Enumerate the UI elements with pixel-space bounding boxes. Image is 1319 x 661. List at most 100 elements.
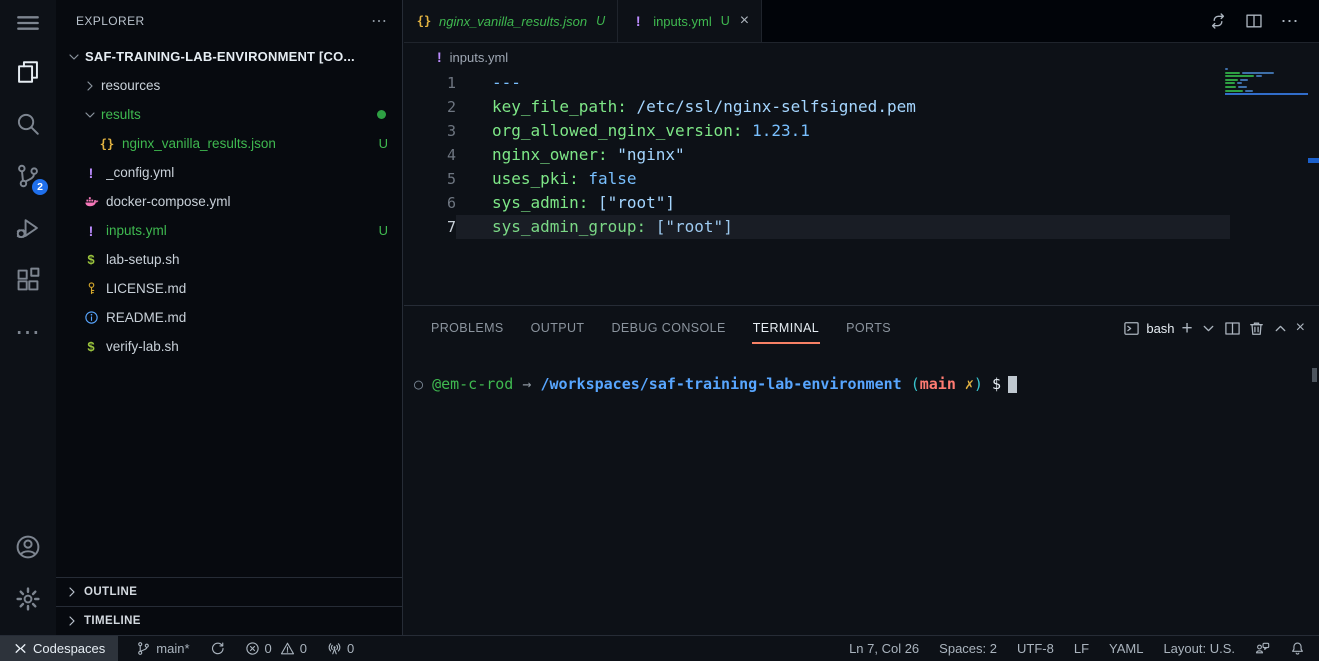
- tree-item-file-license[interactable]: LICENSE.md: [56, 274, 402, 303]
- tree-item-label: verify-lab.sh: [106, 339, 179, 354]
- panel-tab-problems[interactable]: PROBLEMS: [431, 306, 504, 350]
- split-terminal-button[interactable]: [1224, 320, 1241, 337]
- code-line-3[interactable]: 3org_allowed_nginx_version: 1.23.1: [404, 119, 1319, 143]
- code-token: uses_pki:: [492, 169, 579, 188]
- vscode-window: 2 ⋯ EXPLORER ⋯ SAF-TRAINING-LAB-ENVIRONME…: [0, 0, 1319, 661]
- panel-actions: bash + ×: [1116, 319, 1319, 338]
- remote-icon: [13, 641, 28, 656]
- minimap-token: [1225, 75, 1254, 77]
- terminal-launch-dropdown-button[interactable]: [1200, 320, 1217, 337]
- status-forwarded-ports[interactable]: 0: [325, 636, 356, 661]
- status-keyboard-layout[interactable]: Layout: U.S.: [1161, 636, 1237, 661]
- close-panel-button[interactable]: ×: [1296, 320, 1305, 336]
- chevron-up-icon: [1272, 320, 1289, 337]
- status-language-mode[interactable]: YAML: [1107, 636, 1145, 661]
- terminal-prompt-segment: →: [513, 375, 540, 393]
- new-terminal-button[interactable]: +: [1182, 319, 1193, 338]
- chevron-down-icon: [66, 49, 82, 65]
- tree-item-folder-results[interactable]: results: [56, 100, 402, 129]
- git-status-badge: U: [379, 223, 388, 238]
- tree-item-file-lab-setup[interactable]: $lab-setup.sh: [56, 245, 402, 274]
- tab-inputs-yml[interactable]: !inputs.ymlU×: [618, 0, 762, 42]
- code-line-7[interactable]: 7sys_admin_group: ["root"]: [404, 215, 1319, 239]
- split-icon: [1224, 320, 1241, 337]
- status-remote-indicator[interactable]: Codespaces: [0, 636, 118, 661]
- sidebar-section-outline[interactable]: OUTLINE: [56, 577, 402, 606]
- code-line-6[interactable]: 6sys_admin: ["root"]: [404, 191, 1319, 215]
- tab-nginx-vanilla-results[interactable]: {}nginx_vanilla_results.jsonU: [404, 0, 618, 42]
- tree-item-label: inputs.yml: [106, 223, 167, 238]
- tree-item-root-folder[interactable]: SAF-TRAINING-LAB-ENVIRONMENT [CO...: [56, 42, 402, 71]
- minimap[interactable]: [1225, 68, 1310, 95]
- activity-bar-item-settings[interactable]: [0, 573, 56, 625]
- status-bar-right: Ln 7, Col 26 Spaces: 2 UTF-8 LF YAML Layout: …: [831, 636, 1319, 661]
- terminal-prompt-segment: $: [983, 375, 1001, 393]
- code-line-5[interactable]: 5uses_pki: false: [404, 167, 1319, 191]
- terminal-prompt-line: ○ @em-c-rod → /workspaces/saf-training-l…: [414, 374, 1319, 394]
- panel-tab-debug-console[interactable]: DEBUG CONSOLE: [611, 306, 725, 350]
- terminal-scrollbar[interactable]: [1312, 368, 1317, 382]
- activity-bar-item-extensions[interactable]: [0, 254, 56, 306]
- tree-item-file-verify-lab[interactable]: $verify-lab.sh: [56, 332, 402, 361]
- status-label: main*: [156, 641, 189, 656]
- sidebar-section-label: TIMELINE: [84, 615, 141, 627]
- panel-tab-output[interactable]: OUTPUT: [531, 306, 585, 350]
- status-label: Spaces: 2: [939, 641, 997, 656]
- code-line-2[interactable]: 2key_file_path: /etc/ssl/nginx-selfsigne…: [404, 95, 1319, 119]
- tree-item-folder-resources[interactable]: resources: [56, 71, 402, 100]
- activity-bar-item-explorer[interactable]: [0, 46, 56, 98]
- code-line-1[interactable]: 1---: [404, 71, 1319, 95]
- split-editor-button[interactable]: [1239, 6, 1269, 36]
- activity-bar-item-account[interactable]: [0, 521, 56, 573]
- code-token: nginx_owner:: [492, 145, 608, 164]
- code-line-4[interactable]: 4nginx_owner: "nginx": [404, 143, 1319, 167]
- tree-item-file-config-yml[interactable]: !_config.yml: [56, 158, 402, 187]
- source-control-badge: 2: [32, 179, 48, 195]
- sidebar-section-label: OUTLINE: [84, 586, 137, 598]
- status-encoding[interactable]: UTF-8: [1015, 636, 1056, 661]
- activity-bar-bottom: [0, 521, 56, 635]
- error-icon: [245, 641, 260, 656]
- activity-bar-item-run-debug[interactable]: [0, 202, 56, 254]
- activity-bar-item-menu[interactable]: [0, 0, 56, 46]
- explorer-sidebar: EXPLORER ⋯ SAF-TRAINING-LAB-ENVIRONMENT …: [56, 0, 403, 635]
- activity-bar-item-additional-views[interactable]: ⋯: [0, 306, 56, 358]
- activity-bar-item-source-control[interactable]: 2: [0, 150, 56, 202]
- file-tree: SAF-TRAINING-LAB-ENVIRONMENT [CO...resou…: [56, 42, 402, 577]
- maximize-panel-button[interactable]: [1272, 320, 1289, 337]
- open-changes-button[interactable]: [1203, 6, 1233, 36]
- explorer-more-actions-button[interactable]: ⋯: [371, 11, 388, 31]
- code-area[interactable]: 1---2key_file_path: /etc/ssl/nginx-selfs…: [404, 71, 1319, 239]
- status-eol-sequence[interactable]: LF: [1072, 636, 1091, 661]
- compare-changes-icon: [1209, 12, 1227, 30]
- minimap-token: [1240, 79, 1248, 81]
- tree-item-file-nginx-vanilla-results[interactable]: {}nginx_vanilla_results.jsonU: [56, 129, 402, 158]
- status-cursor-position[interactable]: Ln 7, Col 26: [847, 636, 921, 661]
- kill-terminal-button[interactable]: [1248, 320, 1265, 337]
- panel-tab-ports[interactable]: PORTS: [846, 306, 891, 350]
- status-indentation[interactable]: Spaces: 2: [937, 636, 999, 661]
- status-notifications[interactable]: [1288, 636, 1307, 661]
- panel-header: PROBLEMS OUTPUT DEBUG CONSOLE TERMINAL PORTS…: [404, 306, 1319, 350]
- status-sync-changes[interactable]: [208, 636, 227, 661]
- code-token: 1.23.1: [742, 121, 809, 140]
- status-feedback[interactable]: [1253, 636, 1272, 661]
- status-git-branch[interactable]: main*: [134, 636, 191, 661]
- terminal-prompt-segment: /workspaces/saf-training-lab-environment: [540, 375, 901, 393]
- code-text: org_allowed_nginx_version: 1.23.1: [456, 119, 810, 143]
- terminal-output[interactable]: ○ @em-c-rod → /workspaces/saf-training-l…: [404, 350, 1319, 394]
- git-status-badge: U: [379, 136, 388, 151]
- breadcrumb[interactable]: !inputs.yml: [404, 43, 1319, 71]
- exclaim-icon: !: [437, 49, 442, 65]
- tree-item-file-docker-compose[interactable]: docker-compose.yml: [56, 187, 402, 216]
- panel-tab-terminal[interactable]: TERMINAL: [753, 306, 819, 350]
- close-icon[interactable]: ×: [740, 13, 749, 29]
- more-editor-actions-button[interactable]: ⋯: [1275, 6, 1305, 36]
- sidebar-section-timeline[interactable]: TIMELINE: [56, 606, 402, 635]
- status-problems-summary[interactable]: 00: [243, 636, 309, 661]
- activity-bar-item-search[interactable]: [0, 98, 56, 150]
- terminal-shell-button[interactable]: bash: [1123, 320, 1174, 337]
- tree-item-file-inputs-yml[interactable]: !inputs.ymlU: [56, 216, 402, 245]
- tree-item-file-readme[interactable]: README.md: [56, 303, 402, 332]
- tab-bar: {}nginx_vanilla_results.jsonU!inputs.yml…: [404, 0, 1319, 43]
